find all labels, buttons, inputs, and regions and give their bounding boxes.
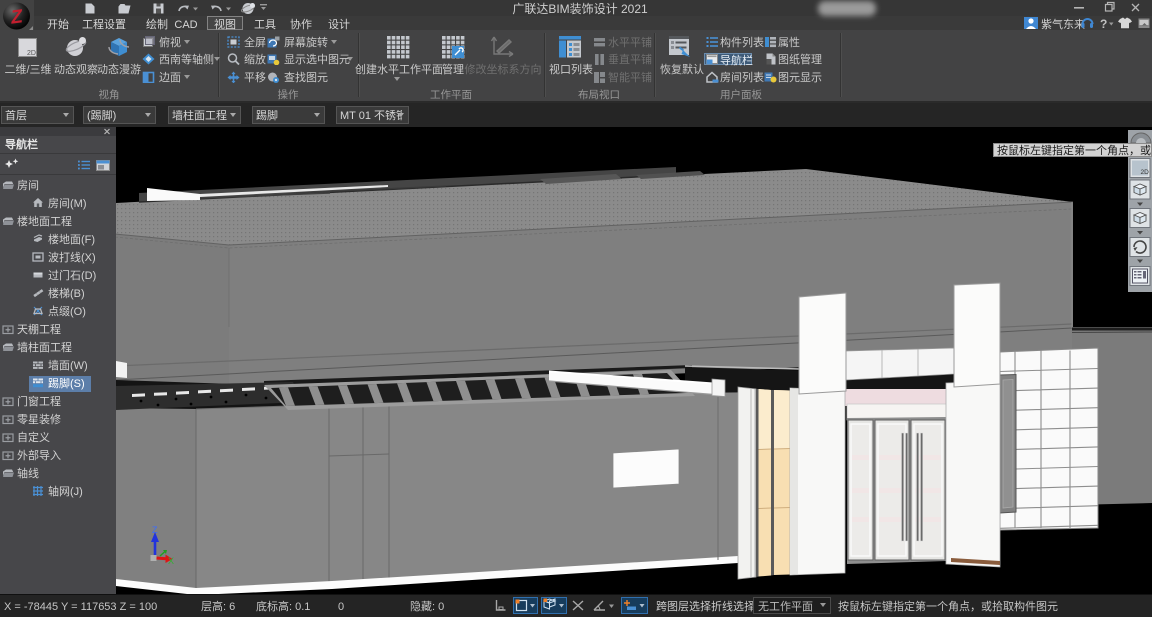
svg-text:X: X <box>168 556 174 566</box>
svg-text:?: ? <box>1100 17 1107 30</box>
svg-text:2D: 2D <box>1141 169 1150 176</box>
svg-text:2D: 2D <box>27 50 36 57</box>
